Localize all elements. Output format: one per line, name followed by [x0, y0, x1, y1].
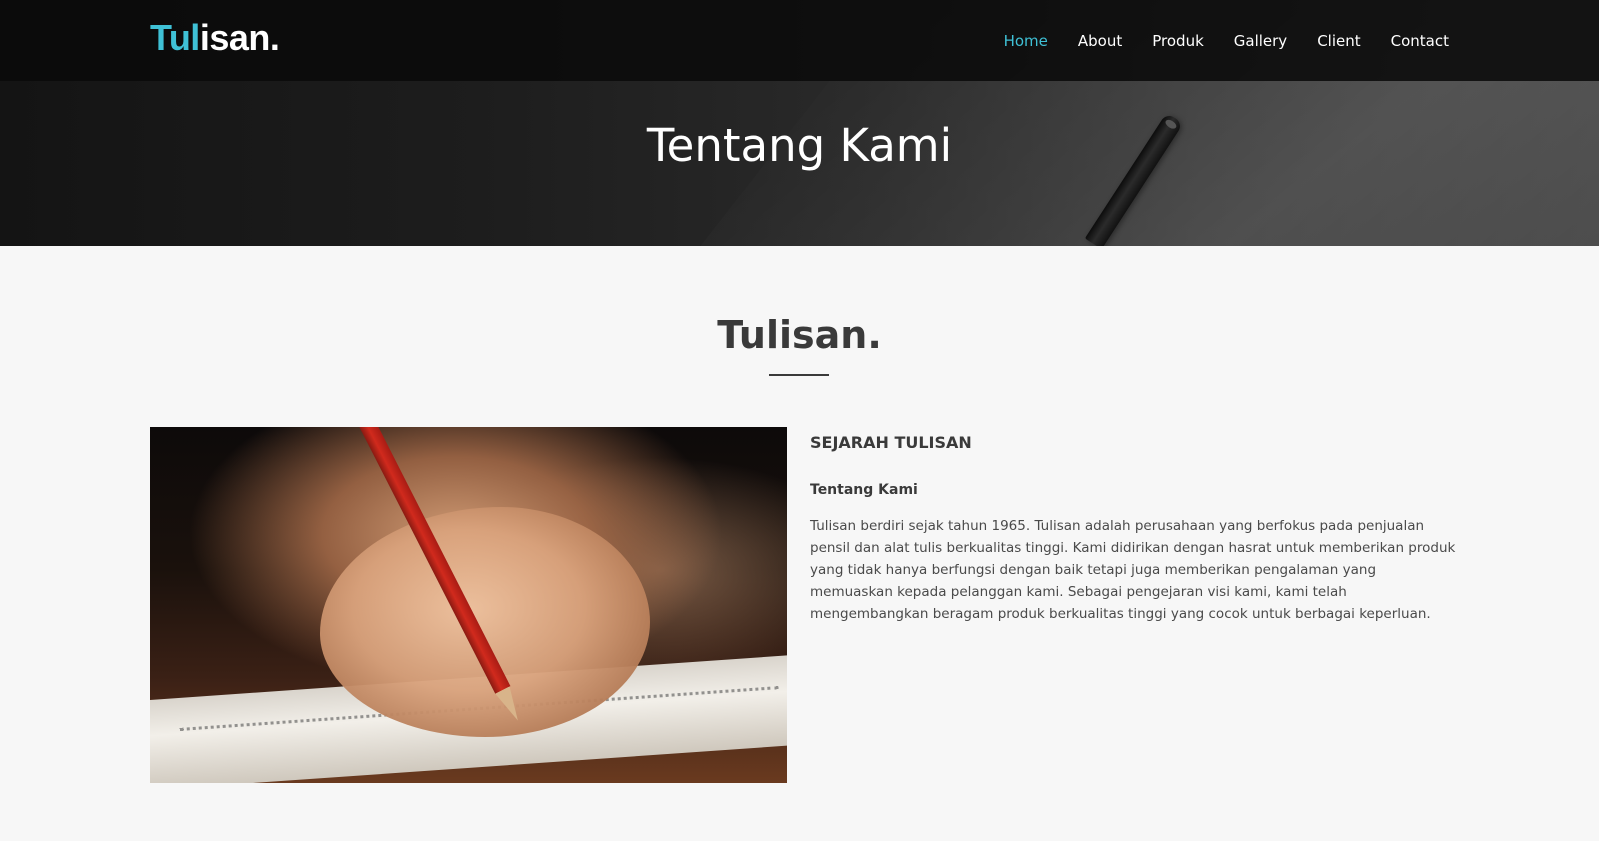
about-body-text: Tulisan berdiri sejak tahun 1965. Tulisa…	[810, 518, 1456, 622]
nav-item-contact[interactable]: Contact	[1391, 29, 1449, 53]
top-navbar: Tulisan. Home About Produk Gallery Clien…	[0, 0, 1599, 81]
nav-item-home[interactable]: Home	[1004, 29, 1048, 53]
site-logo[interactable]: Tulisan.	[150, 16, 280, 60]
section-heading: Tulisan.	[717, 313, 882, 357]
section-divider	[769, 374, 829, 376]
main-nav-menu: Home About Produk Gallery Client Contact	[974, 29, 1449, 53]
photo-hand	[320, 507, 650, 737]
about-subtitle: Tentang Kami	[810, 482, 918, 498]
about-text-column: SEJARAH TULISAN Tentang Kami Tulisan ber…	[810, 427, 1460, 625]
history-title: SEJARAH TULISAN	[810, 433, 972, 452]
logo-rest-text: isan.	[199, 17, 280, 58]
writing-hand-photo	[150, 427, 787, 783]
nav-item-about[interactable]: About	[1078, 29, 1122, 53]
nav-item-gallery[interactable]: Gallery	[1234, 29, 1287, 53]
logo-accent-text: Tul	[150, 17, 200, 58]
nav-item-produk[interactable]: Produk	[1152, 29, 1204, 53]
nav-item-client[interactable]: Client	[1317, 29, 1360, 53]
page-title: Tentang Kami	[646, 119, 953, 172]
